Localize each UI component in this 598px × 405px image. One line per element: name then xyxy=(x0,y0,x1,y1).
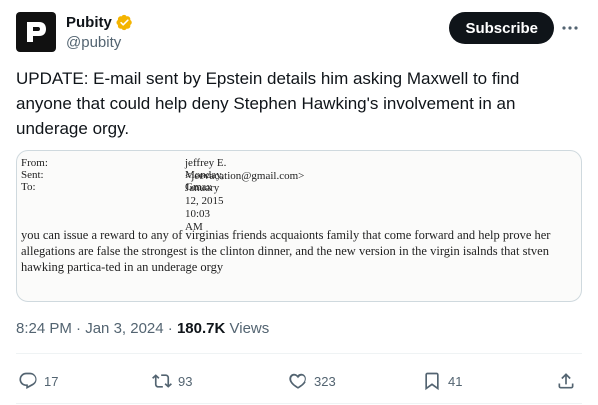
avatar[interactable] xyxy=(16,12,56,52)
bookmark-icon xyxy=(425,372,439,391)
bookmark-count: 41 xyxy=(448,373,463,389)
repost-button[interactable]: 93 xyxy=(152,368,192,394)
verified-badge-icon[interactable] xyxy=(116,14,133,31)
repost-icon xyxy=(152,374,172,388)
share-icon xyxy=(558,373,574,389)
tweet-text: UPDATE: E-mail sent by Epstein details h… xyxy=(16,69,520,138)
like-button[interactable]: 323 xyxy=(288,368,336,394)
tweet-date[interactable]: Jan 3, 2024 xyxy=(85,320,163,337)
email-to-label: To: xyxy=(21,181,36,193)
tweet-meta: 8:24 PM · Jan 3, 2024 · 180.7K Views xyxy=(16,320,269,337)
tweet-time[interactable]: 8:24 PM xyxy=(16,320,72,337)
email-body-line: allegations are false the strongest is t… xyxy=(21,244,549,258)
tweet-header: Pubity @pubity Subscribe xyxy=(16,10,582,58)
repost-count: 93 xyxy=(178,373,193,389)
reply-button[interactable]: 17 xyxy=(18,368,58,394)
share-button[interactable] xyxy=(556,368,576,394)
email-screenshot-image[interactable]: From: Sent: To: jeffrey E. <jeevacation@… xyxy=(16,150,582,302)
divider xyxy=(16,353,582,354)
ellipsis-icon[interactable] xyxy=(560,18,580,38)
meta-separator: · xyxy=(76,320,82,337)
meta-separator: · xyxy=(167,320,173,337)
author-block: Pubity @pubity xyxy=(66,12,133,51)
reply-icon xyxy=(19,372,37,389)
like-count: 323 xyxy=(314,373,336,389)
email-body-line: hawking partica-ted in an underage orgy xyxy=(21,260,224,274)
reply-count: 17 xyxy=(44,373,59,389)
author-name-row[interactable]: Pubity xyxy=(66,12,133,32)
bookmark-button[interactable]: 41 xyxy=(422,368,462,394)
subscribe-button[interactable]: Subscribe xyxy=(449,12,554,44)
heart-icon xyxy=(289,373,306,389)
divider xyxy=(16,403,582,404)
email-to-value: Gmax xyxy=(185,181,212,193)
views-label: Views xyxy=(229,320,270,337)
author-handle[interactable]: @pubity xyxy=(66,34,133,51)
author-display-name[interactable]: Pubity xyxy=(66,14,112,31)
email-body-line: you can issue a reward to any of virgini… xyxy=(21,228,551,242)
pubity-p-logo-icon xyxy=(27,22,46,42)
views-count: 180.7K xyxy=(176,320,226,337)
action-bar: 17 93 323 41 xyxy=(16,368,582,394)
email-sent-value: Monday, January 12, 2015 10:03 AM xyxy=(185,169,224,233)
